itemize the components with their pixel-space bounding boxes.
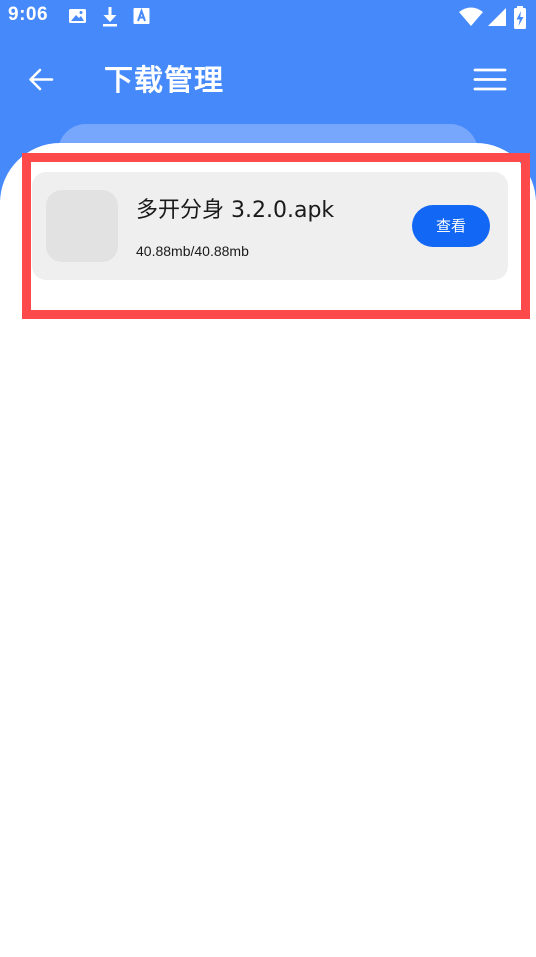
status-bar: 9:06 [0, 0, 536, 34]
page-title: 下载管理 [104, 63, 225, 97]
download-icon [100, 6, 122, 28]
a-box-icon [132, 6, 154, 28]
view-button[interactable]: 查看 [412, 205, 490, 247]
download-item[interactable]: 多开分身 3.2.0.apk 40.88mb/40.88mb 查看 [32, 172, 508, 280]
wifi-icon [458, 6, 484, 28]
image-icon [68, 6, 90, 28]
arrow-left-icon [22, 68, 62, 104]
menu-icon [468, 68, 512, 104]
app-icon-placeholder [46, 190, 118, 262]
status-time: 9:06 [8, 4, 49, 25]
app-bar: 下载管理 [0, 50, 536, 110]
back-button[interactable] [22, 60, 62, 100]
file-name: 多开分身 3.2.0.apk [136, 198, 335, 223]
file-size-progress: 40.88mb/40.88mb [136, 243, 249, 259]
signal-icon [486, 6, 508, 28]
menu-button[interactable] [468, 60, 512, 100]
battery-charging-icon [512, 6, 530, 29]
download-manager-screen: 9:06 下载管理 多开分身 3.2.0.apk 40.88mb/40.88mb… [0, 0, 536, 957]
